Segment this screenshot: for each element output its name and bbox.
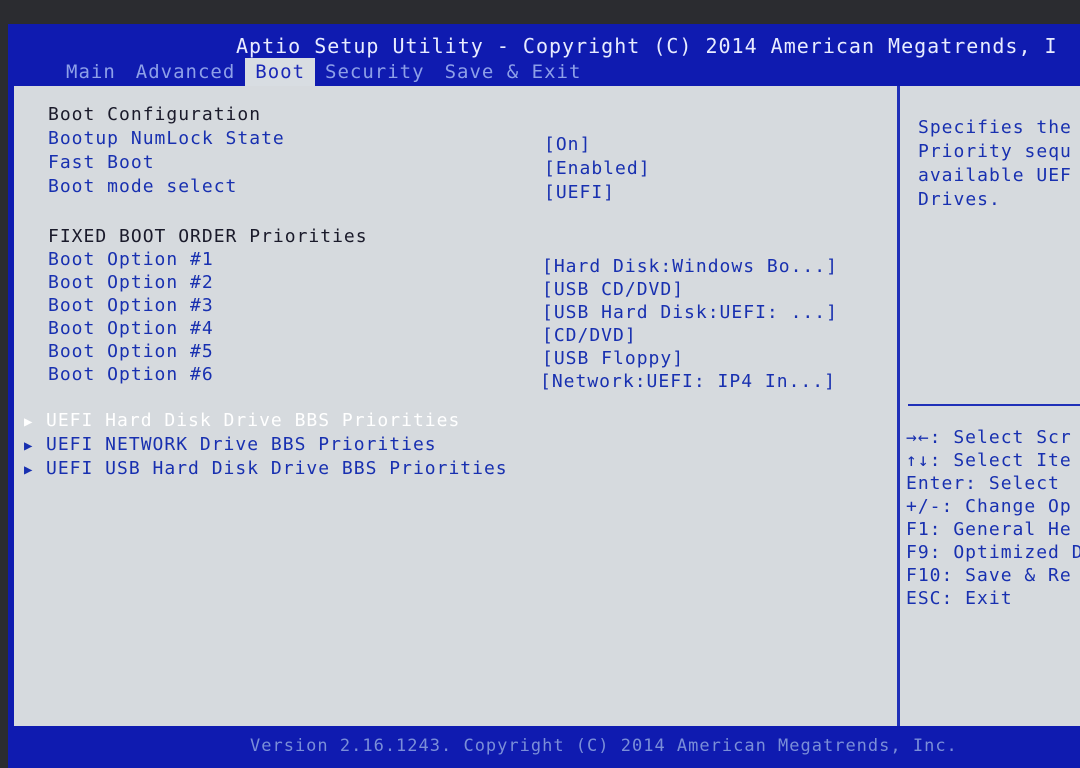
tab-main[interactable]: Main	[56, 58, 126, 86]
boot-option-4-value[interactable]: [CD/DVD]	[542, 325, 637, 346]
numlock-value[interactable]: [On]	[544, 134, 591, 155]
submenu-label: UEFI USB Hard Disk Drive BBS Priorities	[46, 458, 508, 479]
tab-security[interactable]: Security	[315, 58, 435, 86]
boot-config-heading: Boot Configuration	[48, 104, 262, 125]
triangle-right-icon: ▶	[24, 438, 34, 454]
key-hint-select-screen: →←: Select Scr	[906, 427, 1072, 448]
boot-option-1-label[interactable]: Boot Option #1	[48, 249, 214, 270]
triangle-right-icon: ▶	[24, 414, 34, 430]
submenu-label: UEFI Hard Disk Drive BBS Priorities	[46, 410, 461, 431]
boot-option-6-label[interactable]: Boot Option #6	[48, 364, 214, 385]
boot-option-3-value[interactable]: [USB Hard Disk:UEFI: ...]	[542, 302, 838, 323]
key-hint-esc-exit: ESC: Exit	[906, 588, 1013, 609]
boot-option-2-value[interactable]: [USB CD/DVD]	[542, 279, 684, 300]
tab-boot[interactable]: Boot	[245, 58, 316, 86]
key-hint-f10-save: F10: Save & Re	[906, 565, 1072, 586]
bios-screen: Aptio Setup Utility - Copyright (C) 2014…	[8, 24, 1080, 768]
settings-pane: Boot Configuration Bootup NumLock State …	[14, 86, 900, 726]
tab-save-exit[interactable]: Save & Exit	[435, 58, 592, 86]
boot-mode-label[interactable]: Boot mode select	[48, 176, 237, 197]
triangle-right-icon: ▶	[24, 462, 34, 478]
tab-advanced[interactable]: Advanced	[126, 58, 246, 86]
tab-bar: Main Advanced Boot Security Save & Exit	[56, 58, 591, 86]
submenu-label: UEFI NETWORK Drive BBS Priorities	[46, 434, 437, 455]
fixed-boot-order-heading: FIXED BOOT ORDER Priorities	[48, 226, 368, 247]
fast-boot-value[interactable]: [Enabled]	[544, 158, 651, 179]
submenu-uefi-network[interactable]: ▶ UEFI NETWORK Drive BBS Priorities	[24, 434, 437, 455]
help-description: Specifies the Priority sequ available UE…	[918, 117, 1072, 210]
fast-boot-label[interactable]: Fast Boot	[48, 152, 155, 173]
boot-option-5-label[interactable]: Boot Option #5	[48, 341, 214, 362]
key-hint-f1-help: F1: General He	[906, 519, 1072, 540]
boot-option-3-label[interactable]: Boot Option #3	[48, 295, 214, 316]
help-divider	[908, 404, 1080, 406]
help-pane: Specifies the Priority sequ available UE…	[900, 86, 1080, 726]
boot-option-6-value[interactable]: [Network:UEFI: IP4 In...]	[540, 371, 836, 392]
key-hint-enter: Enter: Select	[906, 473, 1060, 494]
boot-option-2-label[interactable]: Boot Option #2	[48, 272, 214, 293]
submenu-uefi-hard-disk[interactable]: ▶ UEFI Hard Disk Drive BBS Priorities	[24, 410, 460, 431]
boot-mode-value[interactable]: [UEFI]	[544, 182, 615, 203]
key-legend: →←: Select Scr ↑↓: Select Ite Enter: Sel…	[906, 426, 1080, 610]
key-hint-change-option: +/-: Change Op	[906, 496, 1072, 517]
submenu-uefi-usb-hard-disk[interactable]: ▶ UEFI USB Hard Disk Drive BBS Priorities	[24, 458, 508, 479]
numlock-label[interactable]: Bootup NumLock State	[48, 128, 285, 149]
content-panel: Boot Configuration Bootup NumLock State …	[14, 86, 1080, 726]
version-footer: Version 2.16.1243. Copyright (C) 2014 Am…	[250, 736, 958, 756]
boot-option-1-value[interactable]: [Hard Disk:Windows Bo...]	[542, 256, 838, 277]
key-hint-f9-defaults: F9: Optimized D	[906, 542, 1080, 563]
boot-option-4-label[interactable]: Boot Option #4	[48, 318, 214, 339]
key-hint-select-item: ↑↓: Select Ite	[906, 450, 1072, 471]
boot-option-5-value[interactable]: [USB Floppy]	[542, 348, 684, 369]
